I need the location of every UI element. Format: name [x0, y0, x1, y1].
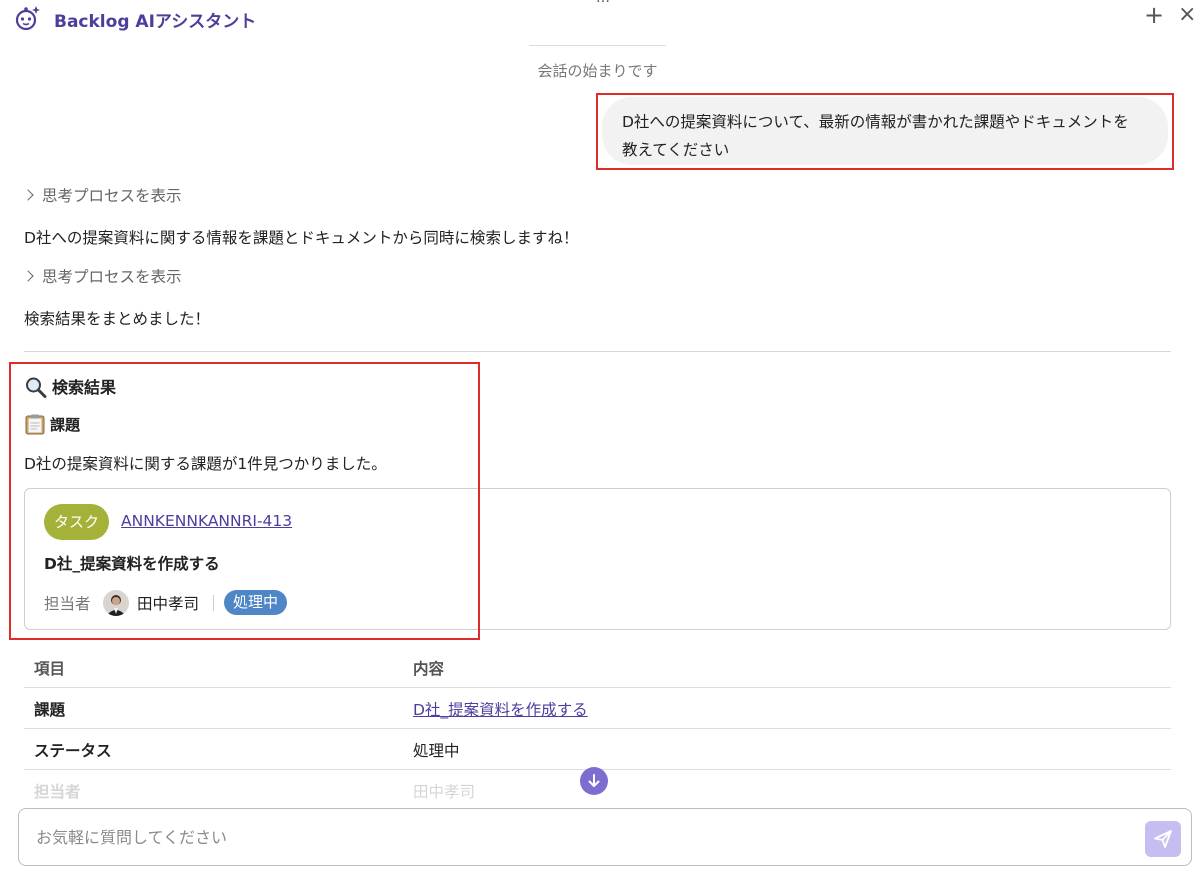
chevron-right-icon [22, 189, 34, 201]
new-chat-button[interactable]: + [1144, 3, 1164, 27]
show-thinking-label: 思考プロセスを表示 [42, 187, 182, 205]
chat-input[interactable] [20, 810, 1130, 864]
separator [213, 595, 214, 611]
assistant-message: 検索結果をまとめました！ [24, 310, 211, 328]
table-cell-label: 担当者 [34, 783, 81, 801]
conversation-start-text: 会話の始まりです [537, 62, 658, 80]
issue-type-badge: タスク [44, 504, 110, 540]
table-cell-value: 処理中 [413, 742, 460, 760]
conversation-start-divider [529, 45, 666, 46]
clipboard-icon [25, 414, 45, 434]
table-header-cell: 内容 [413, 660, 445, 678]
close-button[interactable]: × [1178, 3, 1196, 27]
table-header-row: 項目 内容 [24, 647, 1171, 688]
send-button[interactable] [1145, 821, 1181, 857]
arrow-down-icon [588, 774, 600, 787]
show-thinking-label: 思考プロセスを表示 [42, 268, 182, 286]
table-cell-label: 課題 [34, 701, 66, 719]
send-icon [1154, 830, 1172, 848]
table-header-cell: 項目 [34, 660, 66, 678]
chat-input-container [18, 808, 1192, 866]
status-badge: 処理中 [224, 590, 288, 615]
issues-heading: 課題 [24, 414, 80, 437]
avatar [103, 590, 129, 616]
table-cell-value: 田中孝司 [413, 783, 476, 801]
magnifier-icon [26, 377, 47, 398]
issue-card[interactable]: タスク ANNKENNKANNRI-413 D社_提案資料を作成する 担当者 田… [24, 488, 1171, 630]
user-message-bubble: D社への提案資料について、最新の情報が書かれた課題やドキュメントを教えてください [602, 97, 1168, 165]
table-row: 課題 D社_提案資料を作成する [24, 688, 1171, 729]
scroll-to-bottom-button[interactable] [580, 767, 608, 795]
issue-title-link[interactable]: D社_提案資料を作成する [413, 698, 588, 720]
issue-title: D社_提案資料を作成する [44, 555, 220, 573]
search-results-heading: 検索結果 [24, 374, 116, 400]
table-row: ステータス 処理中 [24, 729, 1171, 770]
app-title: Backlog AIアシスタント [54, 12, 257, 32]
issues-found-text: D社の提案資料に関する課題が1件見つかりました。 [24, 455, 387, 473]
ai-assistant-logo-icon [15, 6, 40, 30]
show-thinking-process-toggle[interactable]: 思考プロセスを表示 [22, 265, 182, 287]
assignee-name: 田中孝司 [137, 595, 200, 613]
drag-handle[interactable]: … [596, 0, 611, 6]
search-results-title: 検索結果 [52, 378, 117, 397]
results-divider [24, 351, 1171, 352]
chevron-right-icon [22, 270, 34, 282]
show-thinking-process-toggle[interactable]: 思考プロセスを表示 [22, 184, 182, 206]
issue-key-link[interactable]: ANNKENNKANNRI-413 [121, 512, 292, 530]
assistant-message: D社への提案資料に関する情報を課題とドキュメントから同時に検索しますね！ [24, 229, 579, 247]
assignee-label: 担当者 [44, 595, 91, 613]
table-cell-label: ステータス [34, 742, 112, 760]
header: Backlog AIアシスタント … + × [0, 0, 1200, 36]
issues-title: 課題 [50, 416, 81, 434]
user-message-highlight: D社への提案資料について、最新の情報が書かれた課題やドキュメントを教えてください [596, 93, 1174, 170]
